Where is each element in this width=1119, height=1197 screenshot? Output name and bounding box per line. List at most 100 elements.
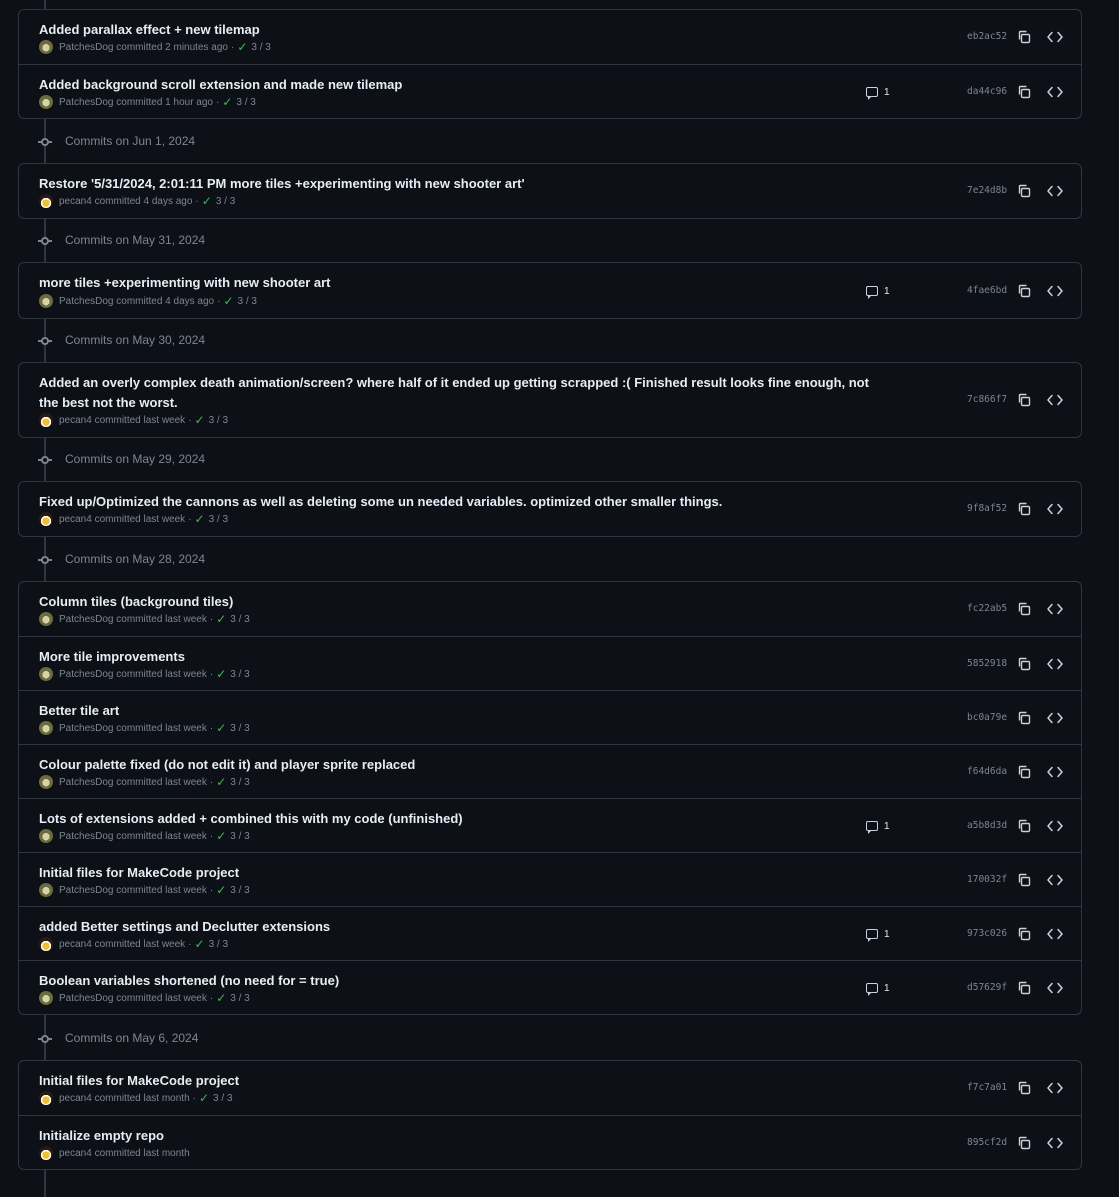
avatar[interactable] bbox=[39, 1091, 53, 1105]
commit-sha-link[interactable]: d57629f bbox=[967, 980, 1007, 996]
copy-sha-button[interactable] bbox=[1016, 183, 1032, 199]
comments-link[interactable]: 1 bbox=[866, 926, 890, 942]
avatar[interactable] bbox=[39, 775, 53, 789]
copy-sha-button[interactable] bbox=[1016, 710, 1032, 726]
commit-title-link[interactable]: More tile improvements bbox=[39, 647, 889, 667]
commit-sha-link[interactable]: 170032f bbox=[967, 872, 1007, 888]
browse-repo-button[interactable] bbox=[1046, 656, 1064, 672]
author-link[interactable]: pecan4 bbox=[59, 1093, 92, 1104]
checks-count[interactable]: 3 / 3 bbox=[236, 97, 255, 108]
avatar[interactable] bbox=[39, 1146, 53, 1160]
commit-title-link[interactable]: Initial files for MakeCode project bbox=[39, 1071, 889, 1091]
avatar[interactable] bbox=[39, 829, 53, 843]
commit-row[interactable]: Initial files for MakeCode project pecan4… bbox=[19, 1061, 1081, 1115]
commit-row[interactable]: Better tile art PatchesDog committed last… bbox=[19, 690, 1081, 744]
browse-repo-button[interactable] bbox=[1046, 183, 1064, 199]
commit-title-link[interactable]: Colour palette fixed (do not edit it) an… bbox=[39, 755, 889, 775]
commit-title-link[interactable]: added Better settings and Declutter exte… bbox=[39, 917, 889, 937]
comments-link[interactable]: 1 bbox=[866, 283, 890, 299]
commit-row[interactable]: Added an overly complex death animation/… bbox=[19, 363, 1081, 437]
copy-sha-button[interactable] bbox=[1016, 872, 1032, 888]
checks-count[interactable]: 3 / 3 bbox=[230, 777, 249, 788]
commit-row[interactable]: Initial files for MakeCode project Patche… bbox=[19, 852, 1081, 906]
avatar[interactable] bbox=[39, 991, 53, 1005]
commit-row[interactable]: Lots of extensions added + combined this… bbox=[19, 798, 1081, 852]
avatar[interactable] bbox=[39, 721, 53, 735]
comments-link[interactable]: 1 bbox=[866, 84, 890, 100]
commit-row[interactable]: added Better settings and Declutter exte… bbox=[19, 906, 1081, 960]
browse-repo-button[interactable] bbox=[1046, 501, 1064, 517]
browse-repo-button[interactable] bbox=[1046, 1135, 1064, 1151]
checks-count[interactable]: 3 / 3 bbox=[230, 993, 249, 1004]
commit-sha-link[interactable]: 7c866f7 bbox=[967, 392, 1007, 408]
check-icon[interactable]: ✓ bbox=[222, 95, 232, 109]
copy-sha-button[interactable] bbox=[1016, 980, 1032, 996]
commit-sha-link[interactable]: f7c7a01 bbox=[967, 1080, 1007, 1096]
avatar[interactable] bbox=[39, 95, 53, 109]
check-icon[interactable]: ✓ bbox=[216, 667, 226, 681]
commit-sha-link[interactable]: da44c96 bbox=[967, 84, 1007, 100]
copy-sha-button[interactable] bbox=[1016, 656, 1032, 672]
checks-count[interactable]: 3 / 3 bbox=[251, 42, 270, 53]
checks-count[interactable]: 3 / 3 bbox=[230, 831, 249, 842]
copy-sha-button[interactable] bbox=[1016, 818, 1032, 834]
avatar[interactable] bbox=[39, 512, 53, 526]
checks-count[interactable]: 3 / 3 bbox=[209, 939, 228, 950]
browse-repo-button[interactable] bbox=[1046, 710, 1064, 726]
commit-row[interactable]: more tiles +experimenting with new shoot… bbox=[19, 263, 1081, 318]
commit-title-link[interactable]: Initial files for MakeCode project bbox=[39, 863, 889, 883]
browse-repo-button[interactable] bbox=[1046, 283, 1064, 299]
commit-title-link[interactable]: Added background scroll extension and ma… bbox=[39, 75, 889, 95]
check-icon[interactable]: ✓ bbox=[202, 194, 212, 208]
author-link[interactable]: pecan4 bbox=[59, 939, 92, 950]
author-link[interactable]: pecan4 bbox=[59, 415, 92, 426]
copy-sha-button[interactable] bbox=[1016, 392, 1032, 408]
browse-repo-button[interactable] bbox=[1046, 980, 1064, 996]
commit-row[interactable]: Colour palette fixed (do not edit it) an… bbox=[19, 744, 1081, 798]
commit-sha-link[interactable]: a5b8d3d bbox=[967, 818, 1007, 834]
browse-repo-button[interactable] bbox=[1046, 818, 1064, 834]
check-icon[interactable]: ✓ bbox=[195, 512, 205, 526]
check-icon[interactable]: ✓ bbox=[216, 829, 226, 843]
checks-count[interactable]: 3 / 3 bbox=[230, 723, 249, 734]
check-icon[interactable]: ✓ bbox=[199, 1091, 209, 1105]
commit-sha-link[interactable]: 4fae6bd bbox=[967, 283, 1007, 299]
copy-sha-button[interactable] bbox=[1016, 29, 1032, 45]
avatar[interactable] bbox=[39, 937, 53, 951]
checks-count[interactable]: 3 / 3 bbox=[209, 514, 228, 525]
author-link[interactable]: PatchesDog bbox=[59, 42, 113, 53]
author-link[interactable]: pecan4 bbox=[59, 196, 92, 207]
commit-title-link[interactable]: Added parallax effect + new tilemap bbox=[39, 20, 889, 40]
author-link[interactable]: PatchesDog bbox=[59, 614, 113, 625]
copy-sha-button[interactable] bbox=[1016, 1135, 1032, 1151]
commit-sha-link[interactable]: 5852918 bbox=[967, 656, 1007, 672]
browse-repo-button[interactable] bbox=[1046, 84, 1064, 100]
avatar[interactable] bbox=[39, 294, 53, 308]
avatar[interactable] bbox=[39, 194, 53, 208]
copy-sha-button[interactable] bbox=[1016, 926, 1032, 942]
checks-count[interactable]: 3 / 3 bbox=[230, 614, 249, 625]
avatar[interactable] bbox=[39, 612, 53, 626]
checks-count[interactable]: 3 / 3 bbox=[238, 296, 257, 307]
author-link[interactable]: pecan4 bbox=[59, 1148, 92, 1159]
copy-sha-button[interactable] bbox=[1016, 501, 1032, 517]
checks-count[interactable]: 3 / 3 bbox=[216, 196, 235, 207]
commit-sha-link[interactable]: fc22ab5 bbox=[967, 601, 1007, 617]
commit-sha-link[interactable]: bc0a79e bbox=[967, 710, 1007, 726]
commit-row[interactable]: More tile improvements PatchesDog committ… bbox=[19, 636, 1081, 690]
checks-count[interactable]: 3 / 3 bbox=[213, 1093, 232, 1104]
browse-repo-button[interactable] bbox=[1046, 29, 1064, 45]
browse-repo-button[interactable] bbox=[1046, 392, 1064, 408]
checks-count[interactable]: 3 / 3 bbox=[209, 415, 228, 426]
commit-title-link[interactable]: Fixed up/Optimized the cannons as well a… bbox=[39, 492, 889, 512]
commit-sha-link[interactable]: f64d6da bbox=[967, 764, 1007, 780]
check-icon[interactable]: ✓ bbox=[216, 991, 226, 1005]
commit-row[interactable]: Added parallax effect + new tilemap Patch… bbox=[19, 10, 1081, 64]
commit-row[interactable]: Fixed up/Optimized the cannons as well a… bbox=[19, 482, 1081, 536]
commit-title-link[interactable]: Column tiles (background tiles) bbox=[39, 592, 889, 612]
commit-title-link[interactable]: more tiles +experimenting with new shoot… bbox=[39, 273, 889, 293]
browse-repo-button[interactable] bbox=[1046, 601, 1064, 617]
copy-sha-button[interactable] bbox=[1016, 1080, 1032, 1096]
check-icon[interactable]: ✓ bbox=[223, 294, 233, 308]
avatar[interactable] bbox=[39, 413, 53, 427]
